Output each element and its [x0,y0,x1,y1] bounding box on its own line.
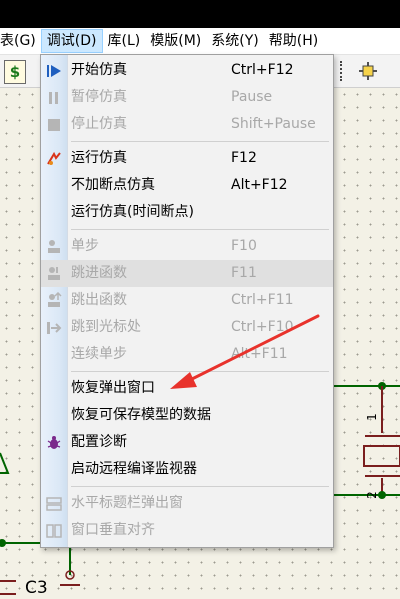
menu-table[interactable]: 表(G) [0,29,41,53]
pause-icon [45,89,63,107]
menu-item-run-to-cursor[interactable]: 跳到光标处 Ctrl+F10 [41,314,333,341]
menu-help[interactable]: 帮助(H) [264,29,323,53]
menu-item-restore-model-data[interactable]: 恢复可保存模型的数据 [41,402,333,429]
menu-library[interactable]: 库(L) [103,29,146,53]
menu-item-horizontal-tile[interactable]: 水平标题栏弹出窗 [41,490,333,517]
run-to-cursor-icon [45,319,63,337]
menu-item-run-without-breakpoints[interactable]: 不加断点仿真 Alt+F12 [41,172,333,199]
horizontal-tile-icon [45,495,63,513]
menu-item-step-into[interactable]: 跳进函数 F11 [41,260,333,287]
toolbar-grip [340,61,348,81]
step-out-icon [45,291,63,310]
menu-item-vertical-tile[interactable]: 窗口垂直对齐 [41,517,333,544]
menu-item-step[interactable]: 单步 F10 [41,233,333,260]
menu-item-configure-diagnostics[interactable]: 配置诊断 [41,429,333,456]
title-bar [0,0,400,28]
menu-bar: 表(G) 调试(D) 库(L) 模版(M) 系统(Y) 帮助(H) [0,28,400,55]
step-icon [45,238,63,256]
bug-icon [45,434,63,452]
crosshair-icon[interactable] [358,61,378,81]
menu-item-continuous-step[interactable]: 连续单步 Alt+F11 [41,341,333,368]
menu-item-pause-simulation[interactable]: 暂停仿真 Pause [41,84,333,111]
menu-item-stop-simulation[interactable]: 停止仿真 Shift+Pause [41,111,333,138]
play-icon [45,62,63,80]
menu-item-start-simulation[interactable]: 开始仿真 Ctrl+F12 [41,57,333,84]
menu-item-start-remote-compile-monitor[interactable]: 启动远程编译监视器 [41,456,333,483]
debug-menu-dropdown: 开始仿真 Ctrl+F12 暂停仿真 Pause 停止仿真 Shift+Paus… [40,54,334,548]
menu-separator [71,229,329,230]
menu-separator [71,486,329,487]
menu-item-step-out[interactable]: 跳出函数 Ctrl+F11 [41,287,333,314]
vertical-tile-icon [45,522,63,540]
menu-system[interactable]: 系统(Y) [206,29,263,53]
menu-item-run-with-time-breakpoint[interactable]: 运行仿真(时间断点) [41,199,333,226]
pin-number-2: 2 [364,491,379,499]
menu-separator [71,141,329,142]
menu-template[interactable]: 模版(M) [145,29,206,53]
pin-number-1: 1 [364,413,379,421]
run-icon [45,150,63,168]
step-into-icon [45,265,63,283]
menu-separator [71,371,329,372]
bill-of-materials-icon[interactable]: $ [4,60,26,84]
component-label-c3: C3 [25,578,48,598]
menu-debug[interactable]: 调试(D) [40,29,103,53]
menu-item-restore-popup-windows[interactable]: 恢复弹出窗口 [41,375,333,402]
stop-icon [45,116,63,134]
menu-item-run-simulation[interactable]: 运行仿真 F12 [41,145,333,172]
